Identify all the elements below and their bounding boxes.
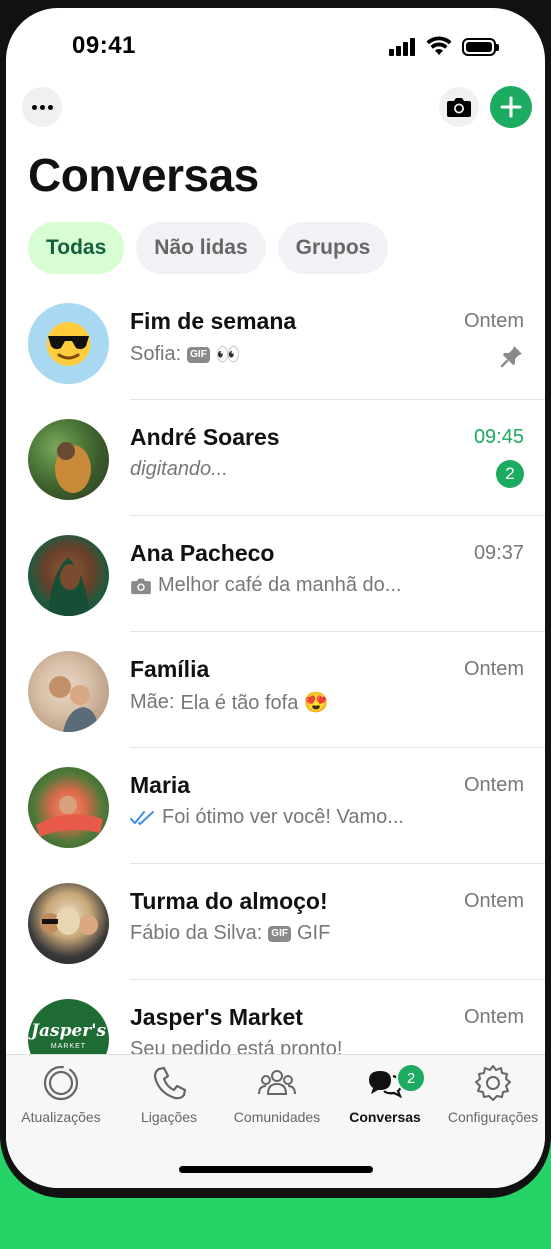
chat-row-andre-soares[interactable]: André Soares digitando... 09:45 2 xyxy=(6,400,545,516)
gif-icon: GIF xyxy=(268,925,291,942)
tab-comunidades[interactable]: Comunidades xyxy=(222,1063,332,1125)
avatar-photo xyxy=(49,676,98,732)
avatar-photo xyxy=(55,442,91,493)
pin-icon xyxy=(500,346,522,368)
chat-name: Turma do almoço! xyxy=(130,888,328,914)
chat-name: André Soares xyxy=(130,424,280,450)
chat-preview: Mãe: Ela é tão fofa 😍 xyxy=(130,690,329,715)
chat-sender: Fábio da Silva: xyxy=(130,922,263,944)
chat-message: 👀 xyxy=(215,344,241,366)
page-title: Conversas xyxy=(28,149,259,201)
gif-icon: GIF xyxy=(187,346,210,363)
tab-atualizacoes[interactable]: Atualizações xyxy=(6,1063,116,1125)
chip-grupos[interactable]: Grupos xyxy=(277,222,389,274)
plus-icon xyxy=(500,96,522,118)
new-chat-button[interactable] xyxy=(490,86,532,128)
status-time: 09:41 xyxy=(72,32,136,59)
chip-todas[interactable]: Todas xyxy=(28,222,125,274)
avatar xyxy=(28,767,109,848)
chat-time: Ontem xyxy=(463,1006,524,1028)
home-indicator xyxy=(179,1166,373,1173)
battery-icon xyxy=(462,38,499,56)
chat-message: Melhor café da manhã do... xyxy=(158,574,402,596)
chat-time: 09:45 xyxy=(473,426,524,448)
chat-name: Ana Pacheco xyxy=(130,540,275,566)
tab-ligacoes[interactable]: Ligações xyxy=(114,1063,224,1125)
chat-time: Ontem xyxy=(463,774,524,796)
chat-name: Jasper's Market xyxy=(130,1004,303,1030)
chat-row-ana-pacheco[interactable]: Ana Pacheco Melhor café da manhã do... 0… xyxy=(6,516,545,632)
tab-configuracoes[interactable]: Configurações xyxy=(438,1063,545,1125)
double-check-icon xyxy=(130,810,154,825)
chat-name: Família xyxy=(130,656,210,682)
chat-row-maria[interactable]: Maria Foi ótimo ver você! Vamo... Ontem xyxy=(6,748,545,864)
status-bar: 09:41 xyxy=(6,8,545,78)
chat-time: Ontem xyxy=(463,658,524,680)
chat-preview: Fábio da Silva: GIF GIF xyxy=(130,922,330,945)
chat-preview: digitando... xyxy=(130,458,228,481)
tab-unread-badge: 2 xyxy=(396,1063,426,1093)
chat-time: Ontem xyxy=(463,310,524,332)
chat-name: Maria xyxy=(130,772,191,798)
tab-label: Comunidades xyxy=(233,1109,321,1125)
chat-name: Fim de semana xyxy=(130,308,297,334)
avatar xyxy=(28,419,109,500)
filter-chips: Todas Não lidas Grupos xyxy=(28,222,389,274)
chat-sender: Sofia: xyxy=(130,343,182,365)
tab-label: Atualizações xyxy=(21,1109,101,1125)
unread-badge: 2 xyxy=(496,460,524,488)
chat-preview: Melhor café da manhã do... xyxy=(130,574,401,597)
avatar xyxy=(28,883,109,964)
avatar-photo xyxy=(40,907,98,935)
chat-row-turma-do-almoco[interactable]: Turma do almoço! Fábio da Silva: GIF GIF… xyxy=(6,864,545,980)
avatar-photo xyxy=(48,557,90,616)
tab-conversas[interactable]: 2 Conversas xyxy=(330,1063,440,1125)
phone-icon xyxy=(153,1066,187,1100)
communities-icon xyxy=(258,1070,296,1095)
chat-row-familia[interactable]: Família Mãe: Ela é tão fofa 😍 Ontem xyxy=(6,632,545,748)
more-options-button[interactable] xyxy=(22,87,62,127)
camera-icon xyxy=(447,98,471,117)
screen: 09:41 Conversas Todas Não lidas Grupos F… xyxy=(6,8,545,1188)
photo-camera-icon xyxy=(131,578,151,594)
chat-message: Ela é tão fofa 😍 xyxy=(180,692,329,714)
typing-indicator: digitando... xyxy=(130,458,228,480)
chat-row-fim-de-semana[interactable]: Fim de semana Sofia: GIF 👀 Ontem xyxy=(6,284,545,400)
phone-frame: 09:41 Conversas Todas Não lidas Grupos F… xyxy=(0,0,551,1198)
chat-sender: Mãe: xyxy=(130,691,175,713)
tab-label: Ligações xyxy=(140,1109,198,1125)
avatar-photo xyxy=(36,796,103,837)
avatar xyxy=(28,303,109,384)
chat-time: 09:37 xyxy=(473,542,524,564)
updates-icon xyxy=(43,1065,79,1101)
chat-message: GIF xyxy=(296,922,331,944)
chat-time: Ontem xyxy=(463,890,524,912)
settings-icon xyxy=(475,1065,511,1101)
signal-icon xyxy=(389,38,417,56)
avatar xyxy=(28,651,109,732)
jaspers-logo-subtext: MARKET xyxy=(50,1043,87,1050)
chat-preview: Foi ótimo ver você! Vamo... xyxy=(130,806,404,829)
avatar xyxy=(28,535,109,616)
chat-message: Foi ótimo ver você! Vamo... xyxy=(162,806,404,828)
tab-label: Conversas xyxy=(349,1109,421,1125)
sunglasses-emoji-icon xyxy=(46,322,91,366)
chip-nao-lidas[interactable]: Não lidas xyxy=(136,222,266,274)
wifi-icon xyxy=(426,36,452,55)
tab-label: Configurações xyxy=(447,1109,539,1125)
chat-preview: Sofia: GIF 👀 xyxy=(130,342,241,367)
chat-list: Fim de semana Sofia: GIF 👀 Ontem André S xyxy=(6,284,545,1096)
camera-button[interactable] xyxy=(439,87,479,127)
jaspers-logo: Jasper's xyxy=(30,1021,107,1041)
